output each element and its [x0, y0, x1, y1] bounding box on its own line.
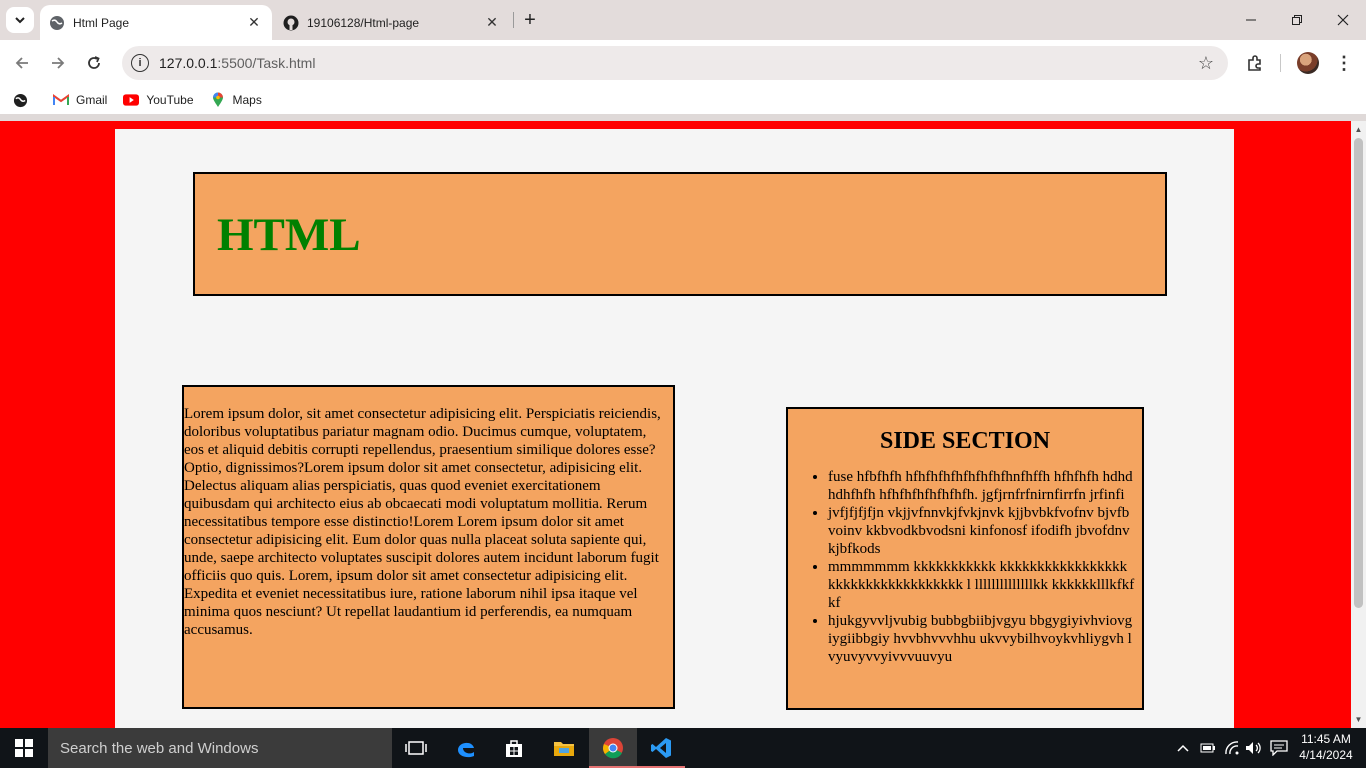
side-section-title: SIDE SECTION	[879, 428, 1051, 454]
reload-icon	[88, 56, 100, 69]
wifi-icon[interactable]	[1222, 728, 1242, 768]
chevron-down-icon	[15, 17, 25, 24]
bookmark-label: Maps	[232, 93, 262, 107]
youtube-icon	[123, 93, 140, 107]
globe-icon	[49, 15, 65, 31]
windows-taskbar: Search the web and Windows 11:45 AM 4/14…	[0, 728, 1366, 768]
globe-icon	[12, 93, 28, 107]
menu-kebab-icon[interactable]: ⋮	[1331, 50, 1357, 76]
vscode-button[interactable]	[637, 728, 685, 768]
bookmark-gmail[interactable]: Gmail	[53, 93, 107, 107]
url-path: :5500/Task.html	[217, 55, 316, 71]
windows-logo-icon	[15, 739, 33, 757]
reload-button[interactable]	[80, 49, 108, 77]
taskbar-clock[interactable]: 11:45 AM 4/14/2024	[1296, 731, 1356, 763]
task-view-button[interactable]	[392, 728, 440, 768]
store-button[interactable]	[490, 728, 538, 768]
battery-icon[interactable]	[1198, 728, 1218, 768]
github-icon	[283, 15, 299, 31]
restore-icon	[1292, 15, 1302, 25]
page-heading: HTML	[217, 209, 361, 261]
list-item: jvfjfjfjfjn vkjjvfnnvkjfvkjnvk kjjbvbkfv…	[828, 504, 1136, 558]
file-explorer-button[interactable]	[540, 728, 588, 768]
bookmark-label: Gmail	[76, 93, 108, 107]
forward-button[interactable]	[44, 49, 72, 77]
arrow-left-icon	[15, 57, 28, 69]
extensions-icon[interactable]	[1242, 50, 1268, 76]
chrome-button[interactable]	[589, 728, 637, 768]
bookmark-youtube[interactable]: YouTube	[123, 93, 194, 107]
bookmark-star-icon[interactable]: ☆	[1198, 53, 1214, 74]
maps-icon	[210, 92, 226, 107]
folder-icon	[554, 742, 574, 756]
back-button[interactable]	[8, 49, 36, 77]
site-info-icon[interactable]: i	[131, 54, 149, 72]
chevron-up-icon[interactable]	[1174, 728, 1192, 768]
bookmark-label: YouTube	[146, 93, 194, 107]
main-paragraph: Lorem ipsum dolor, sit amet consectetur …	[184, 406, 661, 638]
gmail-icon	[53, 93, 69, 107]
scroll-down-icon[interactable]: ▼	[1351, 712, 1366, 727]
list-item: hjukgyvvljvubig bubbgbiibjvgyu bbgygiyiv…	[828, 612, 1136, 666]
arrow-right-icon	[52, 57, 65, 69]
minimize-button[interactable]	[1228, 0, 1274, 40]
main-section: Lorem ipsum dolor, sit amet consectetur …	[182, 385, 675, 709]
bookmark-globe[interactable]	[12, 93, 35, 107]
profile-avatar[interactable]	[1297, 52, 1319, 74]
side-list: fuse hfbfhfh hfhfhfhfhfhfhfhfhnfhffh hfh…	[788, 468, 1142, 666]
close-icon[interactable]: ✕	[244, 13, 264, 33]
list-item: fuse hfbfhfh hfhfhfhfhfhfhfhfhnfhffh hfh…	[828, 468, 1136, 504]
clock-date: 4/14/2024	[1299, 748, 1353, 762]
volume-icon[interactable]	[1244, 728, 1264, 768]
vertical-scrollbar[interactable]: ▲ ▼	[1351, 121, 1366, 728]
bookmarks-bar: Gmail YouTube Maps	[0, 86, 1366, 114]
vscode-icon	[651, 738, 671, 758]
tab-strip: Html Page ✕ 19106128/Html-page ✕ +	[0, 0, 1366, 40]
page-viewport: HTML Lorem ipsum dolor, sit amet consect…	[0, 121, 1351, 728]
scrollbar-thumb[interactable]	[1354, 138, 1363, 608]
side-section: SIDE SECTION fuse hfbfhfh hfhfhfhfhfhfhf…	[786, 407, 1144, 710]
close-window-button[interactable]	[1320, 0, 1366, 40]
toolbar-separator	[1280, 54, 1281, 72]
new-tab-button[interactable]: +	[518, 8, 542, 32]
tab-github[interactable]: 19106128/Html-page ✕	[274, 5, 510, 40]
start-button[interactable]	[0, 728, 48, 768]
list-item: mmmmmmm kkkkkkkkkkk kkkkkkkkkkkkkkkkk kk…	[828, 558, 1136, 612]
edge-button[interactable]	[442, 728, 490, 768]
tab-search-button[interactable]	[6, 7, 34, 33]
taskbar-search-input[interactable]: Search the web and Windows	[48, 728, 392, 768]
tab-title: Html Page	[73, 15, 130, 30]
tab-title: 19106128/Html-page	[307, 15, 420, 30]
tab-separator	[513, 12, 514, 28]
url-host: 127.0.0.1	[159, 55, 218, 71]
close-icon	[1337, 14, 1349, 26]
scroll-up-icon[interactable]: ▲	[1351, 122, 1366, 137]
store-icon	[506, 740, 522, 757]
header-section: HTML	[193, 172, 1167, 296]
url-text: 127.0.0.1:5500/Task.html	[159, 55, 315, 71]
chrome-icon	[603, 738, 623, 759]
edge-icon	[458, 742, 474, 758]
notification-icon[interactable]	[1268, 728, 1290, 768]
browser-toolbar: i 127.0.0.1:5500/Task.html ☆ ⋮	[0, 40, 1366, 86]
tab-html-page[interactable]: Html Page ✕	[40, 5, 272, 40]
minimize-icon	[1246, 19, 1256, 21]
bookmark-maps[interactable]: Maps	[210, 92, 262, 107]
clock-time: 11:45 AM	[1301, 732, 1351, 746]
page-container: HTML Lorem ipsum dolor, sit amet consect…	[115, 129, 1234, 728]
address-bar[interactable]: i 127.0.0.1:5500/Task.html ☆	[122, 46, 1228, 80]
restore-button[interactable]	[1274, 0, 1320, 40]
close-icon[interactable]: ✕	[482, 13, 502, 33]
task-view-icon	[405, 741, 427, 755]
